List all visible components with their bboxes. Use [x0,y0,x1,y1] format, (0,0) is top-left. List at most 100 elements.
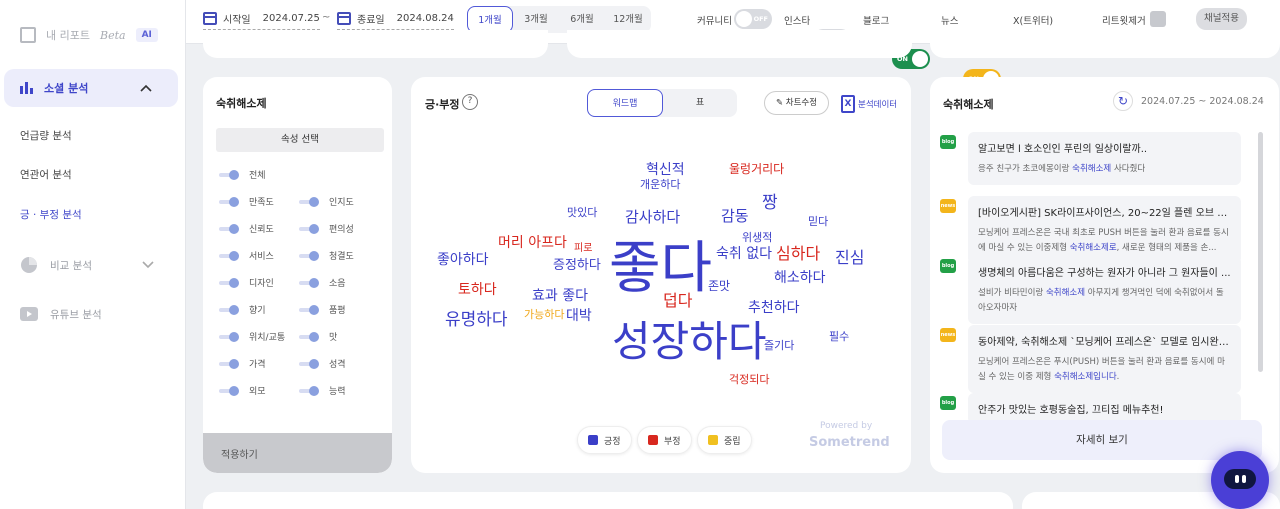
word-neg[interactable]: 걱정되다 [729,374,769,385]
legend-neutral[interactable]: 중립 [697,426,752,454]
sidebar-item-sentiment[interactable]: 긍 · 부정 분석 [20,207,82,222]
check-icon [588,435,598,445]
toggle-dot-icon [219,223,243,234]
word-pos[interactable]: 혁신적 [646,163,685,177]
filter-apply-button[interactable]: 적용하기 [203,433,392,473]
attr-option[interactable]: 능력 [299,384,346,397]
attr-option[interactable]: 맛 [299,330,337,343]
see-more-button[interactable]: 자세히 보기 [942,420,1262,460]
word-pos[interactable]: 해소하다 [774,271,826,285]
chatbot-button[interactable] [1211,451,1269,509]
scrollbar[interactable] [1258,132,1263,372]
word-pos[interactable]: 진심 [835,250,864,266]
word-pos[interactable]: 존맛 [708,280,730,292]
attr-option[interactable]: 성격 [299,357,346,370]
post-item[interactable]: blog 생명체의 아름다움은 구성하는 원자가 아니라 그 원자들이 ... 설비… [940,256,1241,324]
word-pos[interactable]: 효과 좋다 [532,289,588,303]
word-pos[interactable]: 감사하다 [625,210,680,225]
attr-option[interactable]: 디자인 [219,276,274,289]
period-3m[interactable]: 3개월 [513,6,559,33]
attr-option[interactable]: 가격 [219,357,266,370]
attr-option[interactable]: 외모 [219,384,266,397]
blog-icon: blog [940,259,956,273]
attr-option[interactable]: 신뢰도 [219,222,274,235]
attr-option[interactable]: 청결도 [299,249,354,262]
word-neg[interactable]: 머리 아프다 [498,236,567,250]
word-neu[interactable]: 가능하다 [524,309,564,320]
word-pos[interactable]: 즐기다 [764,340,794,351]
community-label: 커뮤니티 [697,16,732,27]
attribute-select-button[interactable]: 속성 선택 [216,128,384,152]
twitter-label: X(트위터) [1013,16,1054,27]
word-pos[interactable]: 맛있다 [567,207,597,218]
word-pos[interactable]: 성장하다 [612,321,767,363]
word-pos[interactable]: 좋아하다 [437,253,489,267]
attr-option[interactable]: 만족도 [219,195,274,208]
word-neg[interactable]: 덥다 [663,293,692,309]
word-pos[interactable]: 증정하다 [553,259,601,272]
word-pos[interactable]: 추천하다 [748,301,800,315]
calendar-icon [203,12,217,25]
chevron-up-icon [140,84,152,92]
post-title: 생명체의 아름다움은 구성하는 원자가 아니라 그 원자들이 ... [978,268,1231,279]
attr-option[interactable]: 품평 [299,303,346,316]
word-pos[interactable]: 좋다 [609,241,712,297]
word-neg[interactable]: 심하다 [776,246,820,262]
end-date-field[interactable]: 종료일 2024.08.24 [337,11,454,30]
legend-negative[interactable]: 부정 [637,426,692,454]
attr-option[interactable]: 향기 [219,303,266,316]
word-pos[interactable]: 개운하다 [640,179,680,190]
attr-option[interactable]: 인지도 [299,195,354,208]
upper-card-partial [203,30,548,58]
posts-date-range: 2024.07.25 ~ 2024.08.24 [1141,96,1264,107]
toggle-dot-icon [219,304,243,315]
word-pos[interactable]: 감동 [721,209,749,224]
news-icon: news [940,328,956,342]
start-date-value: 2024.07.25 [262,13,320,24]
word-neg[interactable]: 피로 [574,244,592,254]
legend-positive[interactable]: 긍정 [577,426,632,454]
sidebar-item-compare[interactable]: 비교 분석 [20,256,154,274]
upper-card-partial [567,30,912,58]
word-pos[interactable]: 대박 [566,309,592,323]
community-toggle[interactable]: OFF [734,9,772,29]
refresh-icon[interactable]: ↻ [1113,91,1133,111]
period-6m[interactable]: 6개월 [559,6,605,33]
attr-all[interactable]: 전체 [219,168,266,181]
my-report-link[interactable]: 내 리포트 Beta AI [20,27,158,43]
period-12m[interactable]: 12개월 [605,6,651,33]
attr-option[interactable]: 소음 [299,276,346,289]
filter-title: 숙취해소제 [216,97,267,110]
end-date-value: 2024.08.24 [396,13,454,24]
attr-option[interactable]: 편의성 [299,222,354,235]
word-neg[interactable]: 울렁거리다 [729,163,784,175]
upper-card-partial [930,30,1280,58]
attr-option[interactable]: 서비스 [219,249,274,262]
word-pos[interactable]: 유명하다 [445,312,508,329]
retweet-remove-checkbox[interactable] [1150,11,1166,27]
apply-channels-button[interactable]: 채널적용 [1196,8,1247,30]
toggle-dot-icon [219,196,243,207]
post-item[interactable]: blog 알고보면 l 호소인인 푸린의 일상이랄까.. 응주 친구가 초코에몽이랑… [940,132,1241,185]
attr-option[interactable]: 위치/교통 [219,330,285,343]
ai-badge: AI [135,28,158,42]
sidebar-item-social-analysis[interactable]: 소셜 분석 [4,69,178,107]
post-item[interactable]: news [바이오게시판] SK라이프사이언스, 20~22일 플렌 오브 액..… [940,196,1241,264]
word-pos[interactable]: 필수 [829,331,849,342]
instagram-label: 인스타 [784,16,811,27]
sidebar-item-youtube[interactable]: 유튜브 분석 [20,306,102,322]
report-icon [20,27,36,43]
sidebar-item-related-words[interactable]: 연관어 분석 [20,167,72,182]
word-pos[interactable]: 위생적 [742,232,772,243]
word-neg[interactable]: 토하다 [458,283,497,297]
post-snippet: 응주 친구가 초코에몽이랑 숙취해소제 사다줬다 [978,164,1146,174]
period-1m[interactable]: 1개월 [467,6,513,33]
word-pos[interactable]: 짱 [762,195,778,212]
word-pos[interactable]: 숙취 없다 [716,247,772,261]
toggle-dot-icon [299,304,323,315]
start-date-field[interactable]: 시작일 2024.07.25 [203,11,320,30]
word-pos[interactable]: 믿다 [808,216,828,227]
sidebar-item-mentions[interactable]: 언급량 분석 [20,128,72,143]
post-item[interactable]: news 동아제약, 숙취해소제 `모닝케어 프레스온` 모델로 임시완 ... 모… [940,325,1241,393]
post-snippet: 모닝케어 프레스온은 국내 최초로 PUSH 버튼을 눌러 환과 음료를 동시에… [978,228,1229,253]
